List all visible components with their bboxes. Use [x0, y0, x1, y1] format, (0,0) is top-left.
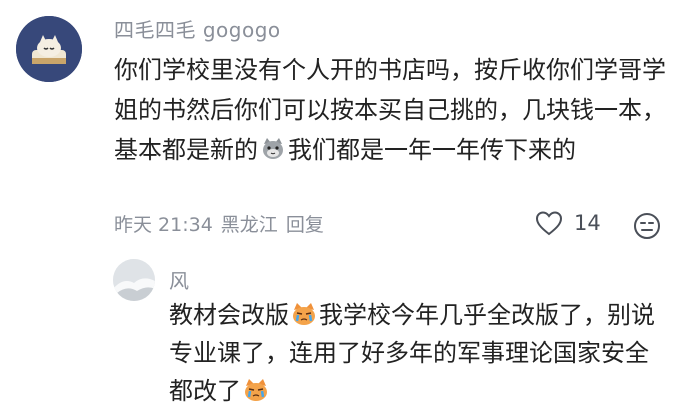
comment-time: 昨天 21:34: [114, 214, 213, 236]
unhappy-face-icon[interactable]: [632, 211, 662, 241]
reply-avatar[interactable]: [113, 259, 155, 301]
crying-cat-emoji-icon: [293, 303, 315, 325]
like-count: 14: [574, 211, 601, 235]
reply-text-part1: 教材会改版: [169, 301, 289, 329]
comment-location: 黑龙江: [220, 214, 278, 236]
crying-cat-emoji-icon: [245, 379, 267, 401]
sleeping-cat-avatar-icon: [16, 16, 82, 82]
comment-meta: 昨天 21:34 黑龙江 回复: [114, 210, 324, 237]
reply-text: 教材会改版 我学校今年几乎全改版了，别说专业课了，连用了好多年的军事理论国家安全…: [169, 296, 669, 410]
avatar[interactable]: [16, 16, 82, 82]
cat-emoji-icon: [263, 138, 283, 159]
reply-button[interactable]: 回复: [286, 210, 324, 237]
comment-username[interactable]: 四毛四毛 gogogo: [114, 14, 281, 43]
like-action[interactable]: 14: [534, 208, 601, 238]
heart-icon[interactable]: [534, 208, 564, 238]
comment-text: 你们学校里没有个人开的书店吗，按斤收你们学哥学姐的书然后你们可以按本买自己挑的，…: [114, 50, 674, 170]
reply-username[interactable]: 风: [169, 265, 190, 294]
snow-landscape-avatar-icon: [113, 259, 155, 301]
comment-text-part2: 我们都是一年一年传下来的: [288, 136, 576, 164]
